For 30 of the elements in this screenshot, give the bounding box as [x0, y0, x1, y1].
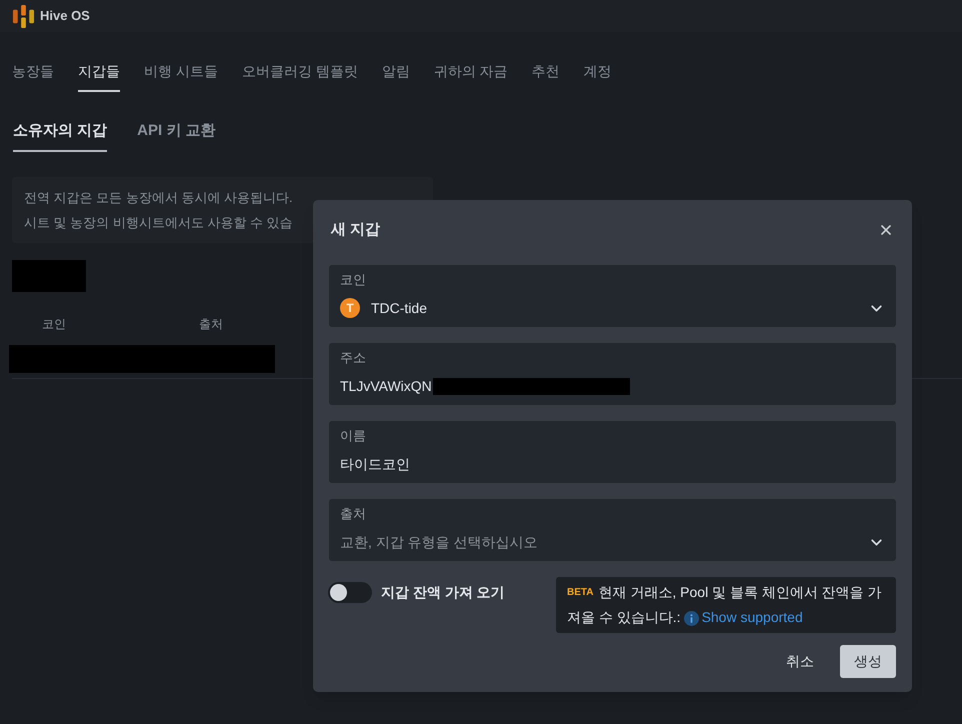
info-icon — [684, 610, 699, 626]
column-header: 코인 — [42, 316, 67, 333]
nav-tab[interactable]: 계정 — [584, 52, 612, 92]
column-header: 출처 — [199, 316, 223, 333]
cancel-button[interactable]: 취소 — [772, 645, 828, 678]
sub-tab[interactable]: API 키 교환 — [137, 112, 216, 152]
show-supported-link[interactable]: Show supported — [702, 609, 803, 625]
beta-note: BETA 현재 거래소, Pool 및 블록 체인에서 잔액을 가져올 수 있습니다.: Show supported — [556, 577, 896, 633]
info-text-line: 전역 지갑은 모든 농장에서 동시에 사용됩니다. — [24, 189, 293, 207]
select-field[interactable]: 출처 교환, 지갑 유형을 선택하십시오 — [329, 499, 896, 561]
nav-tab[interactable]: 비행 시트들 — [144, 52, 218, 92]
nav-tab[interactable]: 추천 — [532, 52, 560, 92]
create-button[interactable]: 생성 — [840, 645, 896, 678]
nav-tab[interactable]: 알림 — [382, 52, 410, 92]
sub-tab[interactable]: 소유자의 지갑 — [13, 112, 108, 152]
input-field[interactable]: 주소 TLJvVAWixQN — [329, 343, 896, 405]
nav-tab[interactable]: 귀하의 자금 — [434, 52, 508, 92]
coin-icon: T — [340, 298, 360, 318]
nav-tab[interactable]: 지갑들 — [78, 52, 120, 92]
close-icon — [878, 222, 894, 238]
nav-tab[interactable]: 농장들 — [12, 52, 54, 92]
nav-tab[interactable]: 오버클러깅 템플릿 — [242, 52, 358, 92]
dialog-title: 새 지갑 — [330, 220, 380, 240]
brand-name: Hive OS — [40, 7, 90, 26]
input-field[interactable]: 이름 타이드코인 — [329, 421, 896, 483]
hive-logo-icon — [12, 4, 35, 28]
toggle-switch[interactable] — [328, 582, 372, 603]
toggle-label: 지갑 잔액 가져 오기 — [381, 583, 505, 602]
select-field[interactable]: 코인 T TDC-tide — [329, 265, 896, 327]
info-text-line: 시트 및 농장의 비행시트에서도 사용할 수 있습 — [24, 214, 293, 232]
